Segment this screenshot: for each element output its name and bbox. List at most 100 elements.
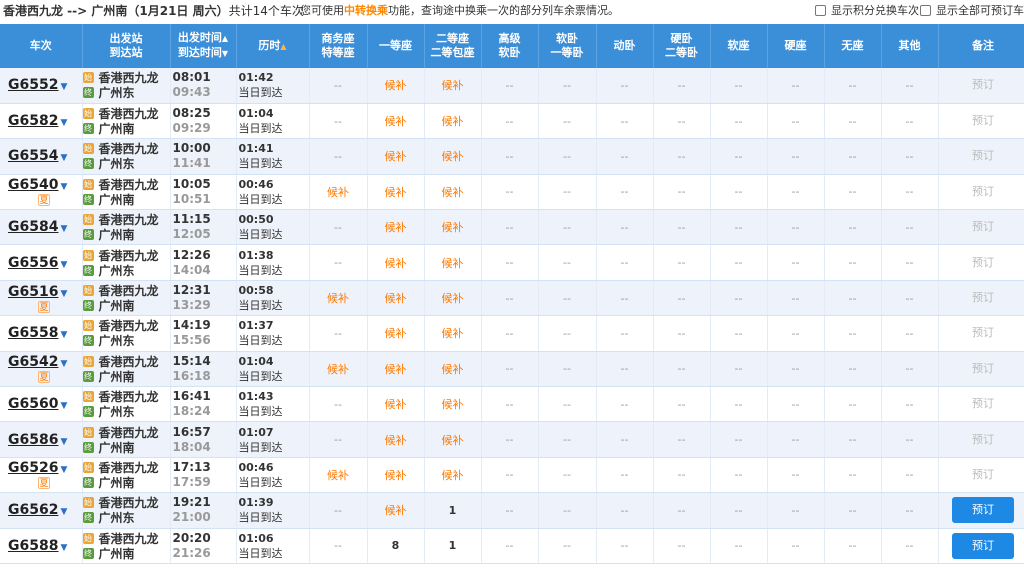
train-number-link[interactable]: G6558 (8, 325, 58, 341)
to-station[interactable]: 广州东 (99, 332, 135, 349)
book-button[interactable]: 预订 (952, 356, 1014, 382)
train-number-link[interactable]: G6554 (8, 148, 58, 164)
chevron-down-icon[interactable]: ▼ (60, 507, 67, 517)
book-button[interactable]: 预订 (952, 320, 1014, 346)
seat-cell[interactable]: 候补 (424, 386, 482, 423)
train-number-link[interactable]: G6526 (8, 460, 58, 476)
to-station[interactable]: 广州东 (99, 509, 135, 526)
train-number-link[interactable]: G6562 (8, 502, 58, 518)
train-number-link[interactable]: G6556 (8, 255, 58, 271)
train-number-cell[interactable]: G6558 ▼ (0, 315, 83, 352)
book-button[interactable]: 预订 (952, 143, 1014, 169)
to-station[interactable]: 广州南 (99, 545, 135, 562)
train-number-link[interactable]: G6588 (8, 538, 58, 554)
to-station[interactable]: 广州南 (99, 439, 135, 456)
chevron-down-icon[interactable]: ▼ (60, 543, 67, 553)
seat-cell[interactable]: 候补 (424, 421, 482, 458)
to-station[interactable]: 广州东 (99, 84, 135, 101)
seat-cell[interactable]: 候补 (367, 68, 425, 104)
seat-cell[interactable]: 候补 (424, 209, 482, 246)
train-number-cell[interactable]: G6584 ▼ (0, 209, 83, 246)
book-button[interactable]: 预订 (952, 427, 1014, 453)
chevron-down-icon[interactable]: ▼ (60, 289, 67, 299)
seat-cell[interactable]: 候补 (367, 209, 425, 246)
book-button[interactable]: 预订 (952, 214, 1014, 240)
seat-cell[interactable]: 候补 (309, 174, 368, 211)
train-number-cell[interactable]: G6588 ▼ (0, 528, 83, 564)
book-button[interactable]: 预订 (952, 250, 1014, 276)
train-number-link[interactable]: G6540 (8, 177, 58, 193)
train-number-cell[interactable]: G6516 ▼ 夏 (0, 280, 83, 317)
train-number-link[interactable]: G6586 (8, 432, 58, 448)
train-number-cell[interactable]: G6556 ▼ (0, 244, 83, 281)
seat-cell[interactable]: 候补 (309, 280, 368, 317)
seat-cell[interactable]: 候补 (309, 457, 368, 494)
to-station[interactable]: 广州南 (99, 297, 135, 314)
checkbox-box[interactable] (920, 4, 931, 16)
chevron-down-icon[interactable]: ▼ (60, 224, 67, 234)
book-button[interactable]: 预订 (952, 179, 1014, 205)
seat-cell[interactable]: 候补 (367, 103, 425, 140)
seat-cell[interactable]: 1 (424, 492, 482, 529)
seat-cell[interactable]: 8 (367, 528, 425, 564)
train-number-cell[interactable]: G6554 ▼ (0, 138, 83, 175)
seat-cell[interactable]: 候补 (367, 138, 425, 175)
train-number-cell[interactable]: G6526 ▼ 夏 (0, 457, 83, 494)
train-number-link[interactable]: G6516 (8, 284, 58, 300)
seat-cell[interactable]: 候补 (424, 244, 482, 281)
chevron-down-icon[interactable]: ▼ (60, 465, 67, 475)
train-number-cell[interactable]: G6552 ▼ (0, 68, 83, 104)
seat-cell[interactable]: 候补 (367, 457, 425, 494)
train-number-cell[interactable]: G6586 ▼ (0, 421, 83, 458)
chevron-down-icon[interactable]: ▼ (60, 260, 67, 270)
chevron-down-icon[interactable]: ▼ (60, 437, 67, 447)
seat-cell[interactable]: 候补 (367, 421, 425, 458)
seat-cell[interactable]: 候补 (424, 68, 482, 104)
chevron-down-icon[interactable]: ▼ (60, 153, 67, 163)
train-number-link[interactable]: G6542 (8, 354, 58, 370)
to-station[interactable]: 广州南 (99, 368, 135, 385)
book-button[interactable]: 预订 (952, 532, 1014, 559)
show-points-trains-checkbox[interactable]: 显示积分兑换车次 (815, 2, 919, 18)
seat-cell[interactable]: 候补 (309, 351, 368, 388)
seat-cell[interactable]: 候补 (424, 457, 482, 494)
seat-cell[interactable]: 候补 (424, 280, 482, 317)
seat-cell[interactable]: 候补 (424, 138, 482, 175)
to-station[interactable]: 广州南 (99, 191, 135, 208)
to-station[interactable]: 广州南 (99, 120, 135, 137)
chevron-down-icon[interactable]: ▼ (60, 182, 67, 192)
sort-up-icon[interactable]: ▲ (280, 42, 286, 51)
checkbox-box[interactable] (815, 4, 826, 16)
chevron-down-icon[interactable]: ▼ (60, 118, 67, 128)
header-times[interactable]: 出发时间▲ 到达时间▼ (170, 24, 237, 68)
train-number-cell[interactable]: G6582 ▼ (0, 103, 83, 140)
seat-cell[interactable]: 候补 (367, 315, 425, 352)
seat-cell[interactable]: 候补 (424, 315, 482, 352)
train-number-link[interactable]: G6582 (8, 113, 58, 129)
train-number-cell[interactable]: G6540 ▼ 夏 (0, 174, 83, 211)
book-button[interactable]: 预订 (952, 108, 1014, 134)
train-number-link[interactable]: G6560 (8, 396, 58, 412)
header-duration[interactable]: 历时▲ (236, 24, 310, 68)
seat-cell[interactable]: 候补 (367, 244, 425, 281)
seat-cell[interactable]: 候补 (424, 174, 482, 211)
seat-cell[interactable]: 候补 (367, 174, 425, 211)
to-station[interactable]: 广州东 (99, 155, 135, 172)
to-station[interactable]: 广州东 (99, 403, 135, 420)
chevron-down-icon[interactable]: ▼ (60, 401, 67, 411)
seat-cell[interactable]: 候补 (424, 103, 482, 140)
book-button[interactable]: 预订 (952, 285, 1014, 311)
train-number-cell[interactable]: G6560 ▼ (0, 386, 83, 423)
sort-down-icon[interactable]: ▼ (222, 49, 228, 58)
seat-cell[interactable]: 候补 (367, 386, 425, 423)
train-number-cell[interactable]: G6542 ▼ 夏 (0, 351, 83, 388)
chevron-down-icon[interactable]: ▼ (60, 82, 67, 92)
to-station[interactable]: 广州南 (99, 474, 135, 491)
to-station[interactable]: 广州南 (99, 226, 135, 243)
to-station[interactable]: 广州东 (99, 262, 135, 279)
book-button[interactable]: 预订 (952, 497, 1014, 524)
chevron-down-icon[interactable]: ▼ (60, 330, 67, 340)
seat-cell[interactable]: 候补 (367, 280, 425, 317)
seat-cell[interactable]: 1 (424, 528, 482, 564)
book-button[interactable]: 预订 (952, 391, 1014, 417)
